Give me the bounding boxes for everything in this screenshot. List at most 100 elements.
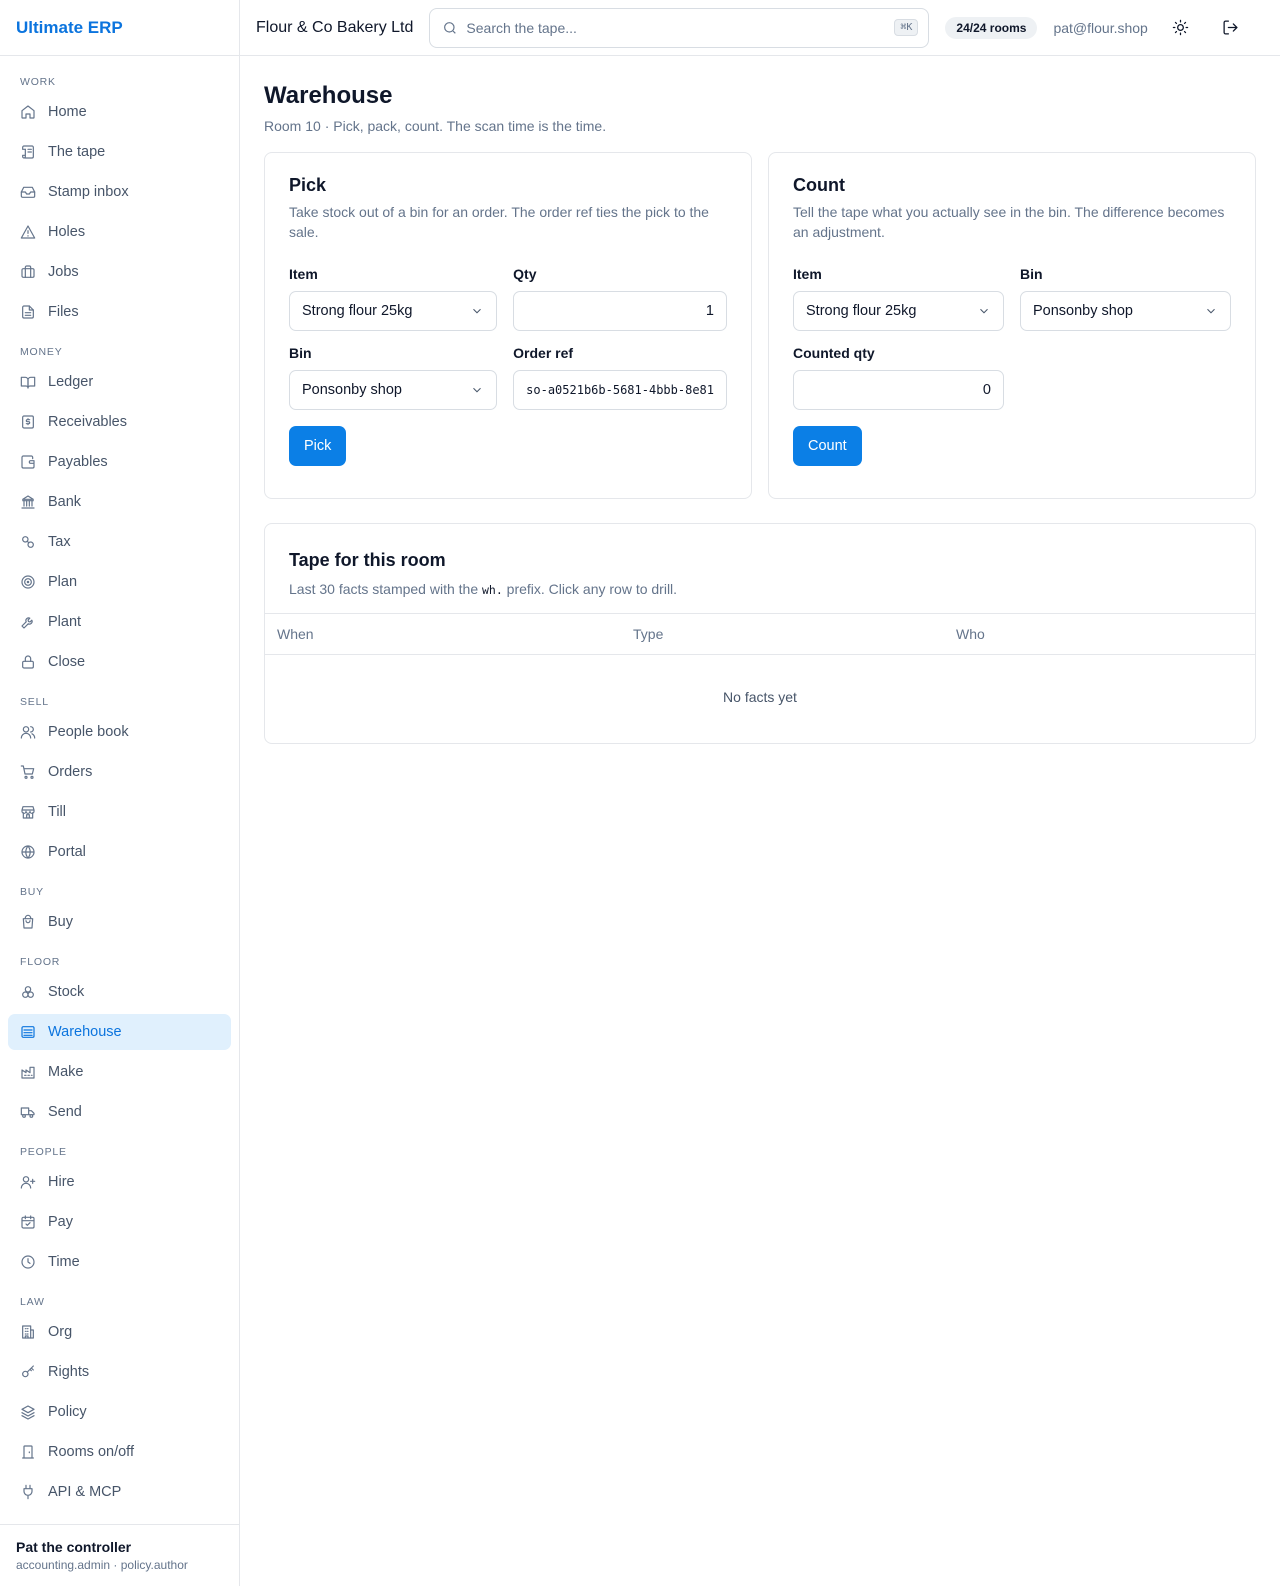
count-title: Count — [793, 175, 845, 195]
alert-triangle-icon — [20, 224, 36, 240]
key-icon — [20, 1364, 36, 1380]
sidebar-item-rights[interactable]: Rights — [8, 1354, 231, 1390]
sidebar-item-label: Warehouse — [48, 1024, 122, 1040]
prefix-code: wh. — [482, 583, 503, 597]
sidebar-item-receivables[interactable]: Receivables — [8, 404, 231, 440]
sidebar-item-api-mcp[interactable]: API & MCP — [8, 1474, 231, 1510]
sidebar-item-orders[interactable]: Orders — [8, 754, 231, 790]
sidebar-item-files[interactable]: Files — [8, 294, 231, 330]
sidebar-item-label: Pay — [48, 1214, 73, 1230]
sidebar-item-time[interactable]: Time — [8, 1244, 231, 1280]
sidebar-item-label: Make — [48, 1064, 84, 1080]
pick-button[interactable]: Pick — [289, 426, 347, 466]
section-label-law: LAW — [20, 1296, 45, 1308]
sidebar-item-org[interactable]: Org — [8, 1314, 231, 1350]
section-label-buy: BUY — [20, 886, 44, 898]
sidebar-item-rooms-on-off[interactable]: Rooms on/off — [8, 1434, 231, 1470]
sidebar-item-policy[interactable]: Policy — [8, 1394, 231, 1430]
sidebar-item-pay[interactable]: Pay — [8, 1204, 231, 1240]
logout-button[interactable] — [1214, 11, 1248, 45]
wallet-icon — [20, 454, 36, 470]
bank-icon — [20, 494, 36, 510]
clock-icon — [20, 1254, 36, 1270]
globe-icon — [20, 844, 36, 860]
column-type[interactable]: Type — [633, 626, 956, 642]
rooms-badge: 24/24 rooms — [945, 16, 1038, 39]
shopping-bag-icon — [20, 914, 36, 930]
pick-item-select[interactable]: Strong flour 25kg — [289, 291, 498, 331]
search-box[interactable]: ⌘K — [429, 7, 930, 48]
section-label-work: WORK — [20, 76, 56, 88]
sidebar-item-buy[interactable]: Buy — [8, 904, 231, 940]
sidebar-item-label: Plan — [48, 574, 78, 590]
theme-toggle-button[interactable] — [1164, 11, 1198, 45]
counted-qty-input[interactable]: 0 — [793, 370, 1004, 410]
count-button[interactable]: Count — [793, 426, 862, 466]
calendar-check-icon — [20, 1214, 36, 1230]
user-footer[interactable]: Pat the controller accounting.admin · po… — [0, 1524, 239, 1586]
section-label-floor: FLOOR — [20, 956, 61, 968]
sidebar: Ultimate ERP WORK Home The tape Stamp inbox… — [0, 0, 240, 1586]
sidebar-item-ledger[interactable]: Ledger — [8, 364, 231, 400]
sidebar-item-payables[interactable]: Payables — [8, 444, 231, 480]
topbar: Flour & Co Bakery Ltd ⌘K 24/24 rooms pat… — [240, 0, 1280, 56]
sidebar-item-label: Home — [48, 104, 87, 120]
pick-bin-label: Bin — [289, 345, 312, 361]
sidebar-item-plan[interactable]: Plan — [8, 564, 231, 600]
sidebar-item-label: Files — [48, 304, 79, 320]
sidebar-item-stamp-inbox[interactable]: Stamp inbox — [8, 174, 231, 210]
sidebar-item-portal[interactable]: Portal — [8, 834, 231, 870]
sidebar-item-label: Jobs — [48, 264, 79, 280]
layers-icon — [20, 1404, 36, 1420]
brand-logo[interactable]: Ultimate ERP — [0, 0, 239, 56]
building-icon — [20, 1324, 36, 1340]
sidebar-item-make[interactable]: Make — [8, 1054, 231, 1090]
sidebar-item-tax[interactable]: Tax — [8, 524, 231, 560]
pick-order-ref-input[interactable]: so-a0521b6b-5681-4bbb-8e81 — [513, 370, 727, 410]
sidebar-item-label: The tape — [48, 144, 106, 160]
count-bin-select[interactable]: Ponsonby shop — [1020, 291, 1231, 331]
users-icon — [20, 724, 36, 740]
company-name[interactable]: Flour & Co Bakery Ltd — [256, 19, 413, 37]
sidebar-item-bank[interactable]: Bank — [8, 484, 231, 520]
sun-icon — [1173, 19, 1189, 36]
sidebar-item-people-book[interactable]: People book — [8, 714, 231, 750]
sidebar-item-the-tape[interactable]: The tape — [8, 134, 231, 170]
user-email: pat@flour.shop — [1053, 19, 1148, 36]
sidebar-item-send[interactable]: Send — [8, 1094, 231, 1130]
sidebar-item-warehouse[interactable]: Warehouse — [8, 1014, 231, 1050]
inbox-icon — [20, 184, 36, 200]
sidebar-item-label: Till — [48, 804, 66, 820]
column-when[interactable]: When — [277, 626, 633, 642]
column-who[interactable]: Who — [956, 626, 985, 642]
sidebar-item-label: Rooms on/off — [48, 1444, 134, 1460]
sidebar-item-plant[interactable]: Plant — [8, 604, 231, 640]
pick-item-label: Item — [289, 266, 318, 282]
count-item-label: Item — [793, 266, 822, 282]
count-item-select[interactable]: Strong flour 25kg — [793, 291, 1004, 331]
sidebar-item-label: API & MCP — [48, 1484, 122, 1500]
chevron-down-icon — [980, 308, 988, 314]
sidebar-item-stock[interactable]: Stock — [8, 974, 231, 1010]
pick-bin-select[interactable]: Ponsonby shop — [289, 370, 498, 410]
sidebar-item-close[interactable]: Close — [8, 644, 231, 680]
section-label-money: MONEY — [20, 346, 63, 358]
percent-icon — [20, 534, 36, 550]
sidebar-item-jobs[interactable]: Jobs — [8, 254, 231, 290]
sidebar-item-home[interactable]: Home — [8, 94, 231, 130]
sidebar-item-label: Policy — [48, 1404, 87, 1420]
pick-description: Take stock out of a bin for an order. Th… — [289, 204, 709, 240]
chevron-down-icon — [1207, 308, 1215, 314]
user-roles: accounting.admin · policy.author — [16, 1558, 188, 1572]
sidebar-item-till[interactable]: Till — [8, 794, 231, 830]
sidebar-item-label: Receivables — [48, 414, 127, 430]
sidebar-item-label: Stock — [48, 984, 85, 1000]
sidebar-item-hire[interactable]: Hire — [8, 1164, 231, 1200]
wrench-icon — [20, 614, 36, 630]
sidebar-item-label: Tax — [48, 534, 71, 550]
sidebar-item-holes[interactable]: Holes — [8, 214, 231, 250]
cart-icon — [20, 764, 36, 780]
pick-qty-input[interactable]: 1 — [513, 291, 727, 331]
pick-order-ref-label: Order ref — [513, 345, 574, 361]
search-input[interactable] — [466, 19, 895, 36]
